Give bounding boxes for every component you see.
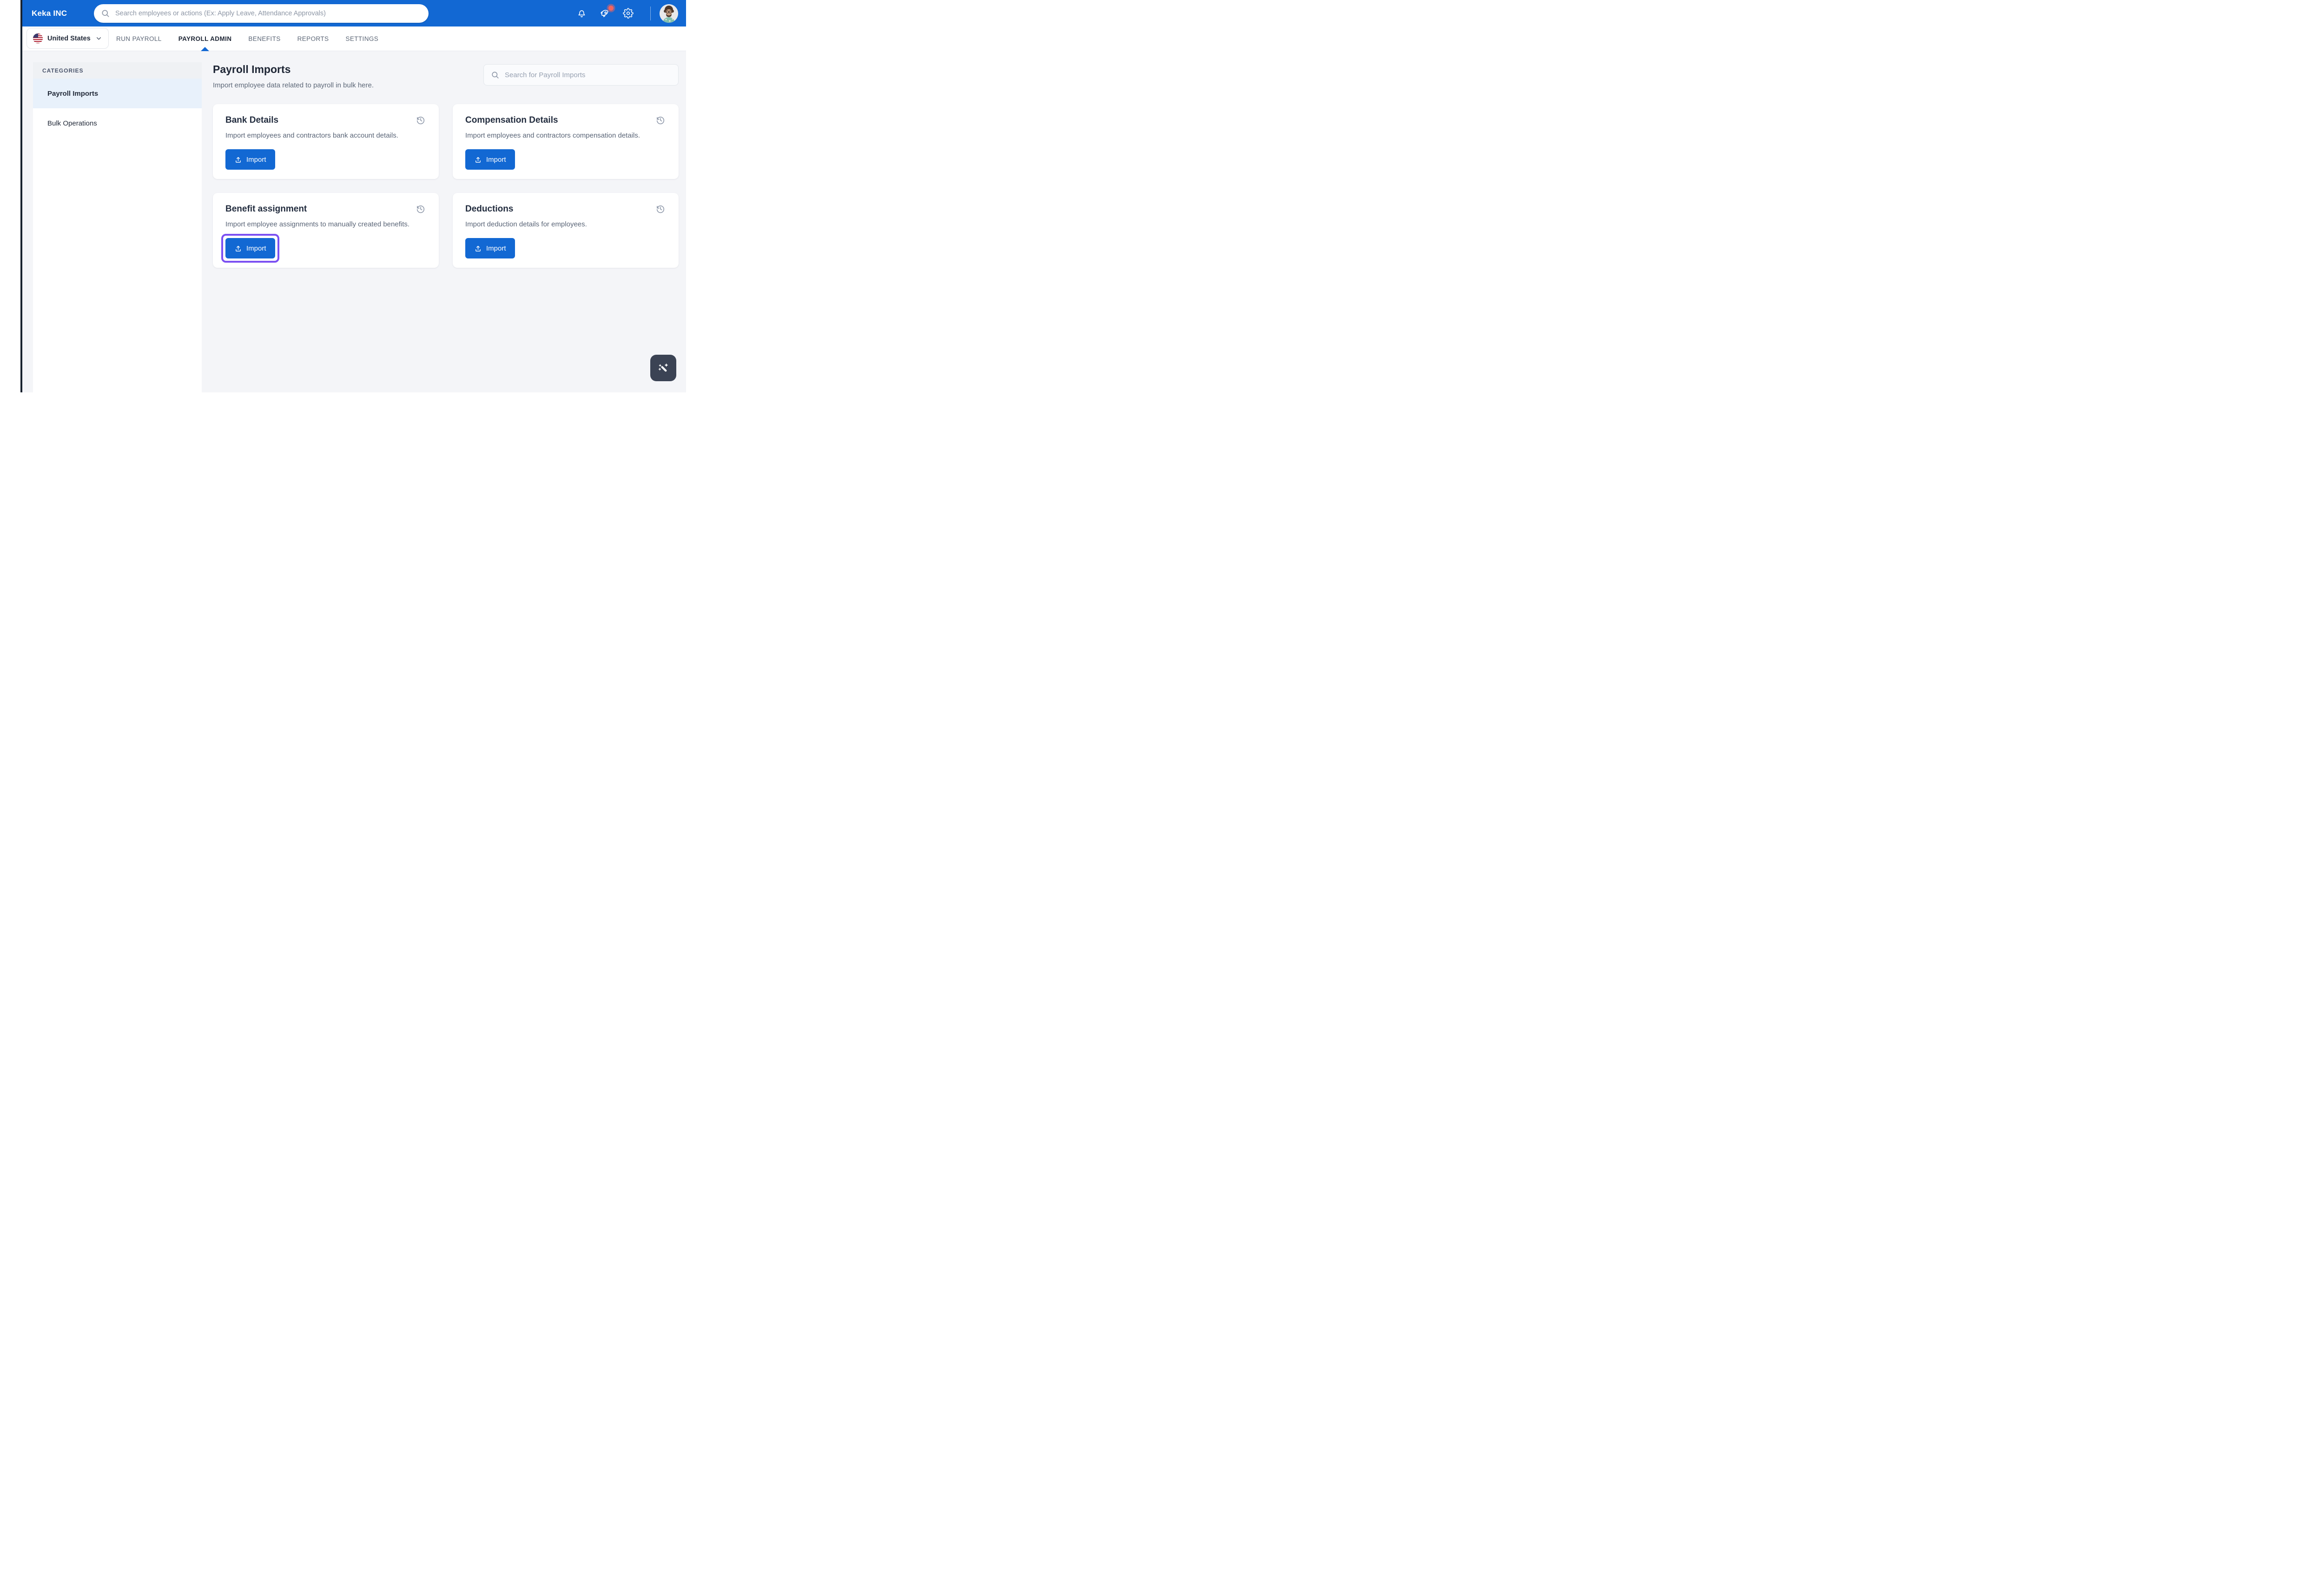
import-cards-grid: Bank Details Import employees and contra… xyxy=(213,104,679,268)
sidebar-heading: CATEGORIES xyxy=(33,62,202,79)
rocket-icon[interactable] xyxy=(599,5,614,19)
payroll-imports-search[interactable] xyxy=(483,64,679,86)
module-navbar: United States RUN PAYROLL PAYROLL ADMIN … xyxy=(22,26,686,51)
search-icon xyxy=(102,10,109,17)
tab-payroll-admin[interactable]: PAYROLL ADMIN xyxy=(178,26,232,51)
sidebar-item-bulk-operations[interactable]: Bulk Operations xyxy=(33,108,202,138)
history-icon[interactable] xyxy=(655,203,666,214)
notification-badge xyxy=(608,5,614,11)
import-button[interactable]: Import xyxy=(465,238,515,258)
upload-icon xyxy=(475,157,481,163)
global-search[interactable] xyxy=(94,4,429,23)
tab-reports[interactable]: REPORTS xyxy=(297,26,329,51)
import-button[interactable]: Import xyxy=(225,149,275,170)
import-button-highlighted[interactable]: Import xyxy=(225,238,275,258)
card-benefit-assignment: Benefit assignment Import employee assig… xyxy=(213,193,439,268)
categories-sidebar: CATEGORIES Payroll Imports Bulk Operatio… xyxy=(33,62,202,392)
import-button-label: Import xyxy=(486,155,506,164)
card-description: Import employees and contractors bank ac… xyxy=(225,132,398,139)
card-title: Benefit assignment xyxy=(225,204,307,214)
legal-entity-selector[interactable]: United States xyxy=(26,28,109,49)
company-logo[interactable]: Keka INC xyxy=(32,0,67,26)
global-search-input[interactable] xyxy=(115,10,413,17)
app-window: Keka INC Search employees or actions (Ex… xyxy=(22,0,686,392)
card-description: Import employee assignments to manually … xyxy=(225,220,410,228)
main-content: Payroll Imports Import employee data rel… xyxy=(213,63,679,268)
search-icon xyxy=(492,71,499,79)
card-description: Import deduction details for employees. xyxy=(465,220,587,228)
chevron-down-icon xyxy=(97,37,101,40)
top-header-bar: Keka INC xyxy=(22,0,686,26)
card-title: Bank Details xyxy=(225,115,279,125)
module-tabs: RUN PAYROLL PAYROLL ADMIN BENEFITS REPOR… xyxy=(116,26,378,51)
card-deductions: Deductions Import deduction details for … xyxy=(453,193,679,268)
right-gutter xyxy=(686,0,697,392)
import-button-label: Import xyxy=(246,244,266,252)
card-compensation-details: Compensation Details Import employees an… xyxy=(453,104,679,179)
magic-wand-icon xyxy=(658,363,668,371)
card-title: Compensation Details xyxy=(465,115,558,125)
import-button-highlight: Import xyxy=(221,234,279,263)
bell-icon[interactable] xyxy=(576,8,587,19)
history-icon[interactable] xyxy=(655,114,666,126)
upload-icon xyxy=(236,245,241,252)
import-button-label: Import xyxy=(486,244,506,252)
tab-benefits[interactable]: BENEFITS xyxy=(248,26,280,51)
import-button[interactable]: Import xyxy=(465,149,515,170)
payroll-imports-search-input[interactable] xyxy=(505,71,667,79)
card-description: Import employees and contractors compens… xyxy=(465,132,640,139)
card-title: Deductions xyxy=(465,204,514,214)
tab-run-payroll[interactable]: RUN PAYROLL xyxy=(116,26,162,51)
legal-entity-label: United States xyxy=(47,34,91,42)
magic-wand-button[interactable] xyxy=(650,355,676,381)
user-avatar[interactable] xyxy=(660,4,678,23)
card-bank-details: Bank Details Import employees and contra… xyxy=(213,104,439,179)
import-button-label: Import xyxy=(246,155,266,164)
header-actions xyxy=(576,0,678,26)
screen: Keka INC Search employees or actions (Ex… xyxy=(0,0,697,392)
header-divider xyxy=(650,6,651,20)
tab-settings[interactable]: SETTINGS xyxy=(345,26,378,51)
history-icon[interactable] xyxy=(415,203,426,214)
gear-icon[interactable] xyxy=(622,8,634,19)
page-head: Payroll Imports Import employee data rel… xyxy=(213,63,679,89)
us-flag-icon xyxy=(33,33,43,43)
left-gutter xyxy=(0,0,20,392)
history-icon[interactable] xyxy=(415,114,426,126)
sidebar-item-payroll-imports[interactable]: Payroll Imports xyxy=(33,79,202,108)
upload-icon xyxy=(475,245,481,252)
upload-icon xyxy=(236,157,241,163)
page-body: CATEGORIES Payroll Imports Bulk Operatio… xyxy=(22,51,686,392)
